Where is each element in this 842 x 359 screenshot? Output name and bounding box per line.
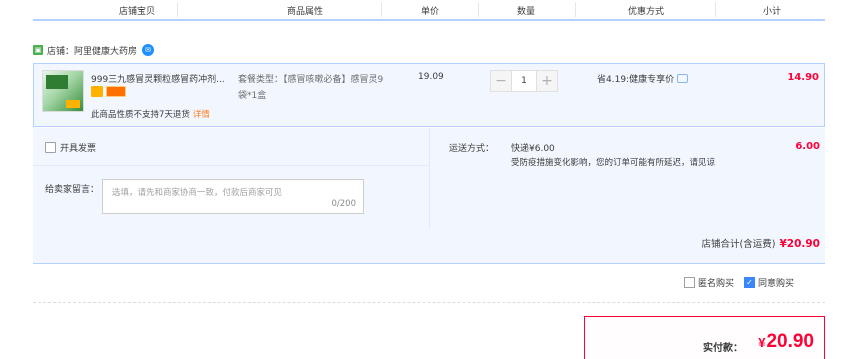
header-divider — [715, 2, 716, 17]
col-attributes: 商品属性 — [287, 7, 324, 17]
decrease-button[interactable]: − — [490, 70, 512, 92]
shop-row: ▣ 店铺：阿里健康大药房 ✉ — [33, 40, 433, 60]
invoice-label: 开具发票 — [60, 144, 97, 154]
payment-summary: 实付款： ¥20.90 — [584, 316, 825, 359]
header-divider — [177, 2, 178, 17]
product-thumbnail[interactable] — [42, 70, 84, 112]
invoice-option[interactable]: 开具发票 — [45, 141, 96, 154]
increase-button[interactable]: + — [536, 70, 558, 92]
return-policy-note: 此商品性质不支持7天退货 详情 — [91, 108, 210, 120]
message-char-counter: 0/200 — [331, 199, 357, 209]
anonymous-option[interactable]: 匿名购买 — [684, 276, 734, 289]
product-attributes: 套餐类型：【感冒咳嗽必备】感冒灵9袋*1盒 — [238, 75, 384, 101]
discount-info: 省4.19:健康专享价 — [597, 72, 689, 85]
col-shop-item: 店铺宝贝 — [119, 7, 156, 17]
anonymous-label: 匿名购买 — [698, 279, 735, 289]
order-item-row: 999三九感冒灵颗粒感冒药冲剂... 此商品性质不支持7天退货 详情 套餐类型：【… — [33, 63, 825, 127]
shipping-fee: 6.00 — [795, 141, 820, 152]
quantity-stepper: − 1 + — [490, 70, 558, 92]
col-discount: 优惠方式 — [628, 7, 665, 17]
order-extras-panel: 开具发票 给卖家留言： 选填，请先和商家协商一致，付款后商家可见 0/200 运… — [33, 128, 825, 264]
col-unit-price: 单价 — [421, 7, 440, 17]
col-subtotal: 小计 — [763, 7, 782, 17]
divider — [429, 128, 430, 228]
agree-option[interactable]: ✓ 同意购买 — [744, 276, 794, 289]
shipping-method: 快递¥6.00 — [511, 144, 555, 154]
agree-checkbox[interactable]: ✓ — [744, 277, 756, 288]
anonymous-checkbox[interactable] — [684, 277, 695, 288]
detail-link[interactable]: 详情 — [193, 110, 210, 120]
quantity-input[interactable]: 1 — [512, 70, 536, 92]
service-badges — [91, 86, 126, 97]
divider — [33, 165, 429, 166]
wangwang-icon[interactable]: ✉ — [142, 44, 155, 56]
guarantee-badge-icon[interactable] — [91, 86, 103, 97]
thumbnail-label-graphic — [66, 100, 80, 108]
message-placeholder: 选填，请先和商家协商一致，付款后商家可见 — [112, 188, 283, 198]
dashed-divider — [33, 302, 825, 303]
payment-currency: ¥ — [758, 335, 766, 350]
header-divider — [381, 2, 382, 17]
col-quantity: 数量 — [517, 7, 536, 17]
shop-total: 店铺合计(含运费) ¥20.90 — [702, 236, 820, 250]
shipping-label: 运送方式： — [449, 144, 495, 154]
payment-value: 20.90 — [766, 331, 814, 352]
agree-label: 同意购买 — [758, 279, 795, 289]
shop-icon: ▣ — [33, 45, 43, 55]
header-divider — [575, 2, 576, 17]
product-title-link[interactable]: 999三九感冒灵颗粒感冒药冲剂... — [91, 72, 233, 85]
extras-left: 开具发票 给卖家留言： 选填，请先和商家协商一致，付款后商家可见 0/200 — [33, 128, 429, 228]
thumbnail-box-graphic — [46, 75, 68, 89]
unit-price: 19.09 — [418, 72, 444, 82]
shop-total-value: ¥20.90 — [779, 238, 820, 250]
purchase-options: 匿名购买 ✓ 同意购买 — [684, 276, 794, 289]
card-badge-icon[interactable] — [106, 86, 126, 97]
shipping-notice: 受防疫措施变化影响，您的订单可能有所延迟，请见谅 — [511, 158, 716, 168]
message-label: 给卖家留言： — [45, 185, 100, 195]
invoice-checkbox[interactable] — [45, 142, 56, 153]
return-policy-text: 此商品性质不支持7天退货 — [91, 110, 190, 120]
payment-amount: ¥20.90 — [758, 331, 814, 353]
payment-label: 实付款： — [703, 343, 743, 354]
shop-total-label: 店铺合计(含运费) — [701, 239, 776, 250]
discount-info-icon[interactable] — [677, 74, 689, 83]
column-header: 店铺宝贝 商品属性 单价 数量 优惠方式 小计 — [33, 0, 825, 21]
discount-text: 省4.19:健康专享价 — [597, 75, 675, 85]
shop-name-link[interactable]: 店铺：阿里健康大药房 — [47, 44, 137, 57]
seller-message-input[interactable]: 选填，请先和商家协商一致，付款后商家可见 0/200 — [102, 179, 364, 214]
item-subtotal: 14.90 — [787, 72, 819, 83]
header-divider — [478, 2, 479, 17]
